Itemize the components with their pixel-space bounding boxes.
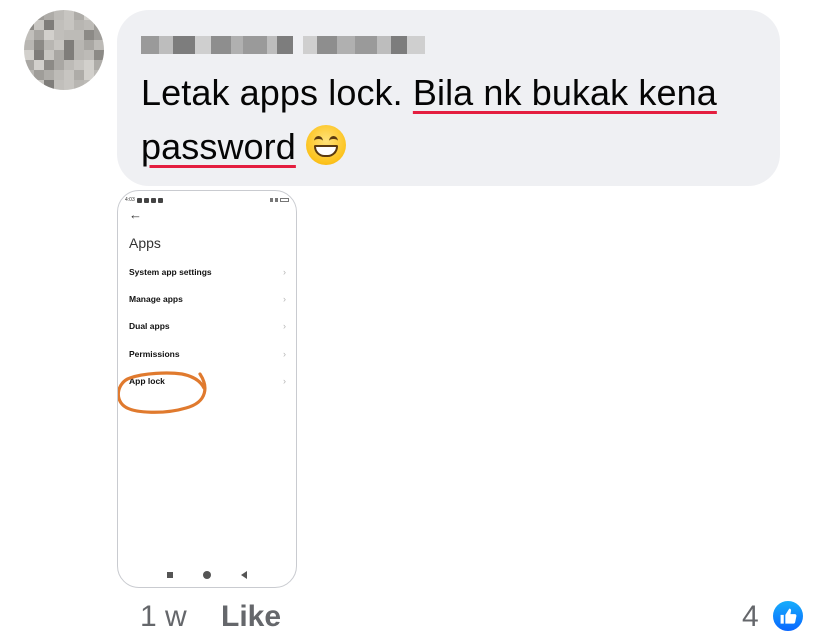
screenshot-page-title: Apps — [129, 235, 161, 251]
notification-icon — [136, 197, 142, 203]
hand-drawn-circle-annotation — [118, 371, 207, 414]
attached-screenshot[interactable]: 4:03 ← Apps System app settings › Manage… — [117, 190, 297, 588]
comment-text-misspelled: Bila nk bukak kena — [412, 72, 717, 113]
chevron-right-icon: › — [283, 349, 286, 359]
status-time: 4:03 — [125, 197, 135, 203]
menu-item-label: Permissions — [129, 349, 180, 359]
comment-text-plain: Letak apps lock. — [141, 72, 413, 113]
author-name-blurred[interactable] — [141, 36, 425, 54]
comment-bubble: Letak apps lock. Bila nk bukak kena pass… — [117, 10, 780, 186]
notification-icon — [150, 197, 156, 203]
comment-text-line-2: password — [141, 125, 346, 168]
reaction-count[interactable]: 4 — [742, 600, 759, 634]
chevron-right-icon: › — [283, 294, 286, 304]
commenter-avatar[interactable] — [24, 10, 104, 90]
comment-text-line-1: Letak apps lock. Bila nk bukak kena — [141, 72, 717, 114]
back-icon — [241, 571, 247, 579]
arrow-left-icon: ← — [129, 207, 142, 222]
home-icon — [203, 571, 211, 579]
menu-item-dual-apps: Dual apps › — [129, 319, 286, 333]
phone-nav-bar — [118, 569, 296, 581]
comment-text-password: password — [141, 126, 296, 167]
signal-icon — [270, 198, 273, 202]
menu-item-label: Manage apps — [129, 294, 183, 304]
like-button[interactable]: Like — [221, 600, 281, 634]
menu-item-permissions: Permissions › — [129, 347, 286, 361]
phone-status-bar: 4:03 — [125, 196, 289, 204]
wifi-icon — [275, 198, 278, 202]
thumbs-up-icon[interactable] — [771, 599, 805, 633]
menu-item-system-app-settings: System app settings › — [129, 265, 286, 279]
grinning-emoji-icon — [305, 125, 346, 165]
menu-item-manage-apps: Manage apps › — [129, 292, 286, 306]
chevron-right-icon: › — [283, 376, 286, 386]
menu-item-label: Dual apps — [129, 321, 170, 331]
notification-icon — [157, 197, 163, 203]
recents-icon — [167, 572, 173, 578]
comment-timestamp[interactable]: 1 w — [140, 600, 187, 634]
battery-icon — [280, 198, 289, 202]
chevron-right-icon: › — [283, 321, 286, 331]
menu-item-label: System app settings — [129, 267, 212, 277]
chevron-right-icon: › — [283, 267, 286, 277]
notification-icon — [143, 197, 149, 203]
